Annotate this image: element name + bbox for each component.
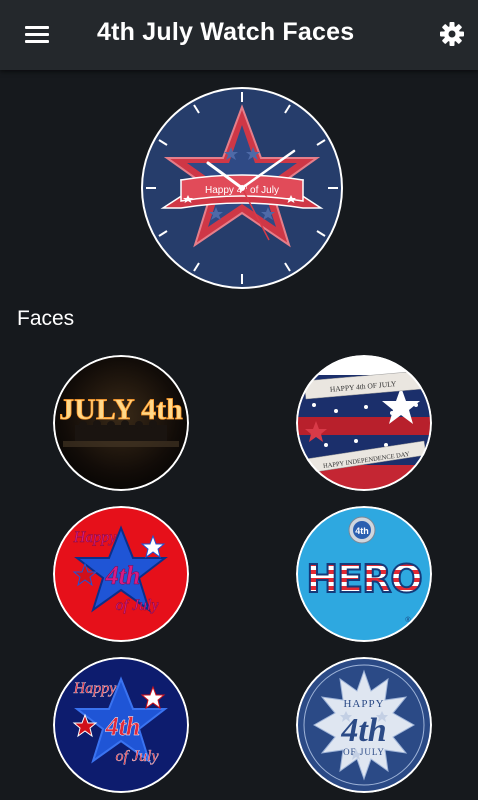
face3-line1: Happy: [73, 529, 118, 546]
face5-line1: Happy: [73, 680, 118, 697]
gear-icon[interactable]: [436, 18, 468, 50]
face4-badge: 4th: [355, 526, 369, 536]
watch-face-starburst[interactable]: HAPPY 4th OF JULY: [296, 657, 432, 793]
app-title: 4th July Watch Faces: [97, 18, 355, 46]
watch-face-red-star[interactable]: Happy 4th of July: [53, 506, 189, 642]
watch-face-july4-sparkler[interactable]: JULY 4th: [53, 355, 189, 491]
face6-line1: HAPPY: [343, 698, 384, 710]
hamburger-menu-icon[interactable]: [16, 20, 56, 50]
face1-text: JULY 4th: [59, 393, 183, 426]
face5-line3: of July: [115, 748, 159, 765]
app-bar: 4th July Watch Faces: [0, 0, 478, 70]
face4-mark: ®: [405, 616, 411, 624]
face4-word: HERO: [306, 557, 421, 601]
face5-line2: 4th: [105, 712, 141, 741]
watch-face-navy-star[interactable]: Happy 4th of July: [53, 657, 189, 793]
faces-section-title: Faces: [17, 307, 75, 330]
watch-face-preview[interactable]: Happy 4th of July: [141, 87, 343, 289]
face6-line2: 4th: [340, 712, 386, 749]
watch-face-independence-banners[interactable]: HAPPY 4th OF JULY HAPPY INDEPENDENCE DAY: [296, 355, 432, 491]
watch-face-hero[interactable]: 4th HERO ®: [296, 506, 432, 642]
face3-line3: of July: [115, 597, 159, 614]
face3-line2: 4th: [105, 561, 141, 590]
face6-line3: OF JULY: [343, 747, 385, 757]
